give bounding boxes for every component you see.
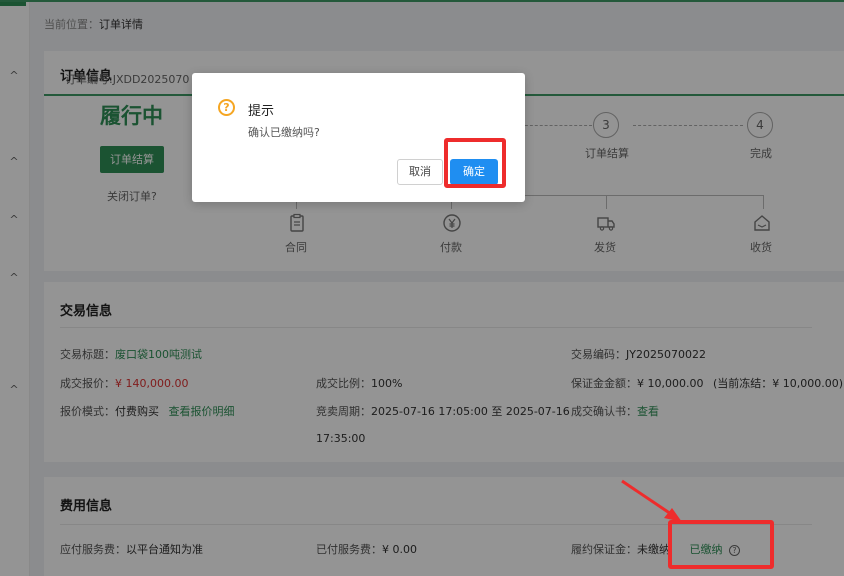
- red-arrow-annotation: [621, 479, 682, 522]
- dialog-message: 确认已缴纳吗?: [248, 126, 320, 139]
- highlight-box-confirm: [444, 138, 506, 188]
- dialog-title: 提示: [248, 104, 275, 119]
- cancel-button[interactable]: 取消: [397, 159, 443, 185]
- warning-question-icon: ?: [218, 99, 235, 116]
